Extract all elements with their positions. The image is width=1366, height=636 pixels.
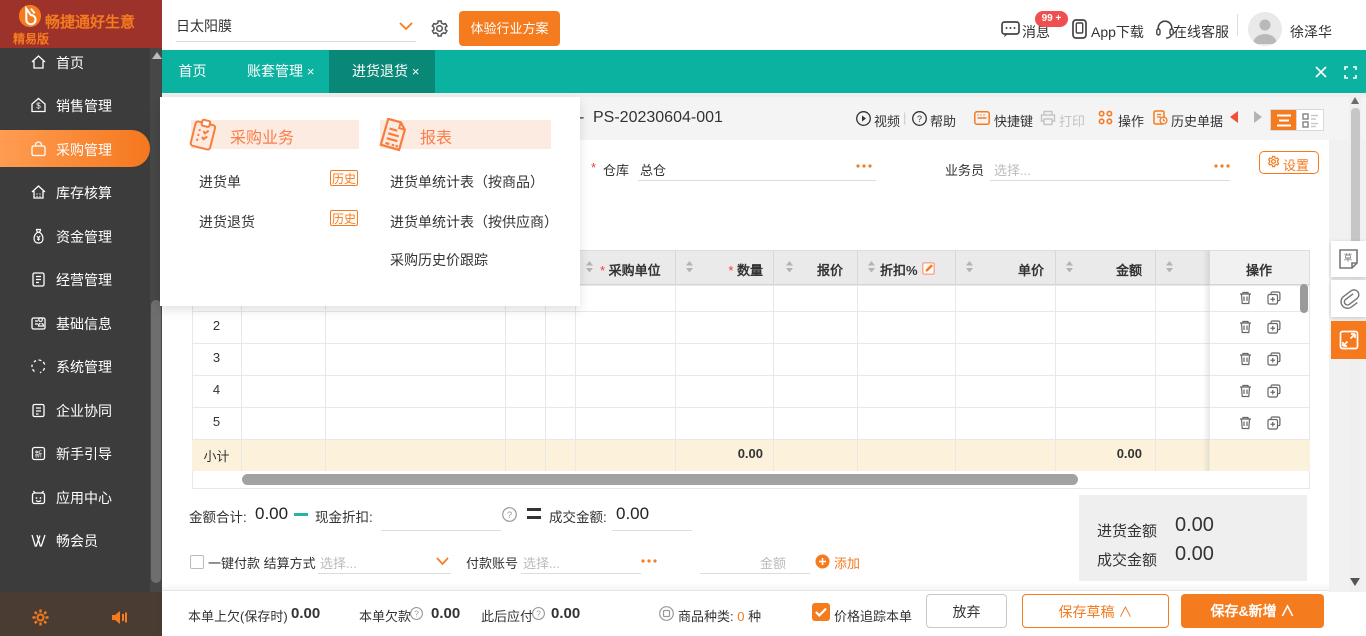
svg-text:?: ? [507,510,512,521]
svg-text:?: ? [917,114,922,124]
svg-text:草: 草 [1343,252,1352,263]
svg-text:$: $ [36,102,41,111]
svg-text:新: 新 [35,449,43,459]
svg-text:?: ? [536,610,541,619]
svg-text:?: ? [414,610,419,619]
